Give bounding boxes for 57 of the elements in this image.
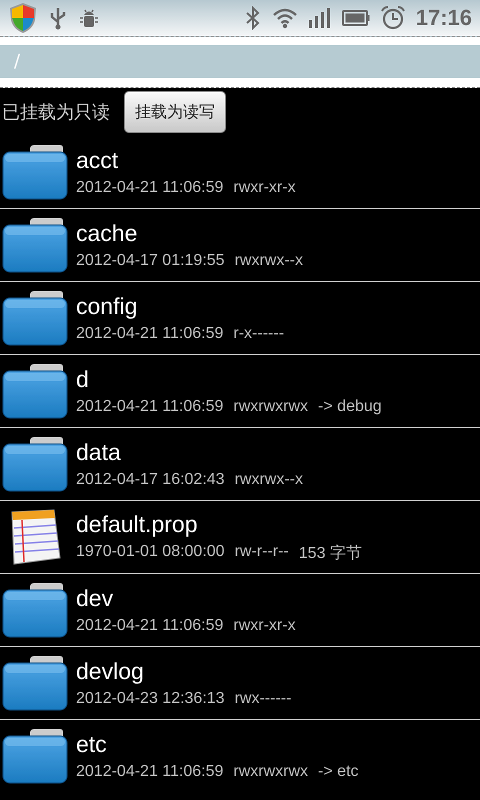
modified-time: 2012-04-21 11:06:59 [76, 179, 224, 197]
file-list-item[interactable]: default.prop 1970-01-01 08:00:00 rw-r--r-- 153 字节 [0, 500, 480, 573]
mount-read-write-button[interactable]: 挂载为读写 [124, 91, 226, 133]
alarm-clock-icon [380, 5, 406, 31]
file-name: d [76, 366, 90, 392]
modified-time: 2012-04-17 16:02:43 [76, 471, 225, 489]
file-list-item[interactable]: acct 2012-04-21 11:06:59 rwxr-xr-x [0, 136, 480, 208]
file-info: -> debug [318, 398, 382, 416]
modified-time: 1970-01-01 08:00:00 [76, 542, 225, 562]
signal-icon [308, 6, 332, 30]
file-list-item[interactable]: data 2012-04-17 16:02:43 rwxrwx--x [0, 427, 480, 500]
file-list-item[interactable]: d 2012-04-21 11:06:59 rwxrwxrwx -> debug [0, 354, 480, 427]
mount-status-text: 已挂载为只读 [2, 101, 110, 124]
file-info: -> etc [318, 763, 359, 781]
file-name: devlog [76, 658, 145, 684]
bug-icon [78, 7, 100, 29]
permissions: rwxrwxrwx [233, 398, 308, 416]
battery-icon [342, 9, 370, 27]
modified-time: 2012-04-21 11:06:59 [76, 398, 224, 416]
file-name: acct [76, 147, 120, 173]
file-name: data [76, 439, 122, 465]
folder-icon [2, 655, 68, 711]
clock-time: 17:16 [416, 5, 472, 31]
modified-time: 2012-04-23 12:36:13 [76, 690, 225, 708]
folder-icon [2, 363, 68, 419]
file-info: 153 字节 [298, 544, 362, 564]
file-name: dev [76, 585, 114, 611]
usb-icon [48, 6, 68, 30]
file-name: default.prop [76, 510, 198, 536]
file-list-item[interactable]: etc 2012-04-21 11:06:59 rwxrwxrwx -> etc [0, 719, 480, 792]
modified-time: 2012-04-21 11:06:59 [76, 325, 224, 343]
file-list-item[interactable]: devlog 2012-04-23 12:36:13 rwx------ [0, 646, 480, 719]
folder-icon [2, 290, 68, 346]
permissions: rwx------ [234, 690, 292, 708]
permissions: rwxrwx--x [234, 252, 303, 270]
permissions: rw-r--r-- [234, 542, 289, 562]
permissions: rwxr-xr-x [233, 617, 296, 635]
file-name: cache [76, 220, 138, 246]
wifi-icon [272, 6, 298, 30]
folder-icon [2, 217, 68, 273]
permissions: rwxrwxrwx [233, 763, 308, 781]
modified-time: 2012-04-21 11:06:59 [76, 763, 224, 781]
file-list-item[interactable]: cache 2012-04-17 01:19:55 rwxrwx--x [0, 208, 480, 281]
folder-icon [2, 436, 68, 492]
folder-icon [2, 728, 68, 784]
file-list-item[interactable]: dev 2012-04-21 11:06:59 rwxr-xr-x [0, 573, 480, 646]
file-name: etc [76, 731, 108, 757]
permissions: r-x------ [233, 325, 284, 343]
bluetooth-icon [244, 6, 262, 30]
folder-icon [2, 144, 68, 200]
modified-time: 2012-04-17 01:19:55 [76, 252, 225, 270]
file-list-item[interactable]: config 2012-04-21 11:06:59 r-x------ [0, 281, 480, 354]
modified-time: 2012-04-21 11:06:59 [76, 617, 224, 635]
folder-icon [2, 582, 68, 638]
file-name: config [76, 293, 138, 319]
permissions: rwxrwx--x [234, 471, 303, 489]
permissions: rwxr-xr-x [233, 179, 296, 197]
